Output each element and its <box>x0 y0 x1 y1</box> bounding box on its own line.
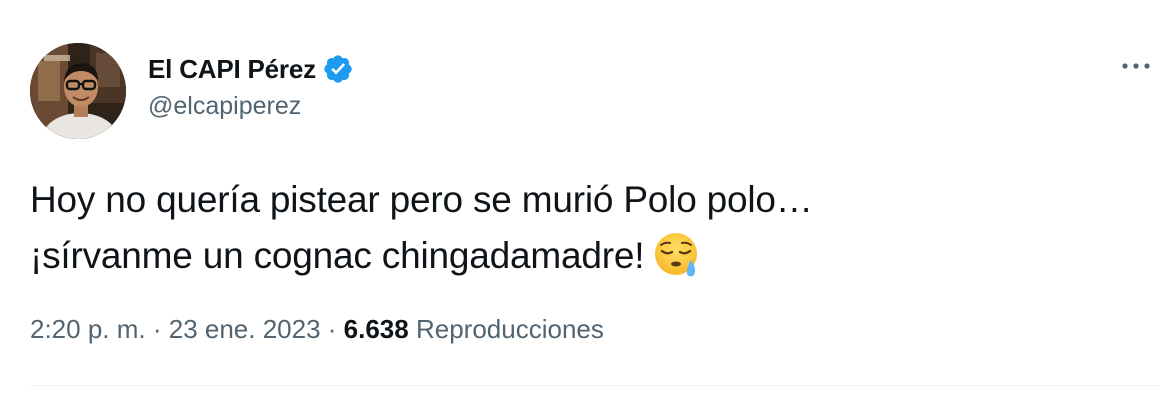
tweet-text: Hoy no quería pistear pero se murió Polo… <box>30 172 1140 284</box>
divider <box>30 385 1160 386</box>
user-handle[interactable]: @elcapiperez <box>148 92 354 121</box>
tweet-text-line-2-text: ¡sírvanme un cognac chingadamadre! <box>30 235 645 276</box>
more-options-icon[interactable] <box>1118 54 1154 78</box>
tweet-header: El CAPI Pérez @elcapiperez <box>148 50 354 121</box>
tweet-time[interactable]: 2:20 p. m. <box>30 314 146 344</box>
avatar[interactable] <box>30 43 126 139</box>
name-row: El CAPI Pérez <box>148 50 354 88</box>
meta-separator: · <box>145 314 169 344</box>
sleepy-face-emoji-icon <box>652 230 702 280</box>
meta-separator: · <box>320 314 344 344</box>
tweet-metadata: 2:20 p. m. · 23 ene. 2023 · 6.638 Reprod… <box>30 314 604 345</box>
views-count[interactable]: 6.638 <box>344 314 409 344</box>
tweet-text-line-1: Hoy no quería pistear pero se murió Polo… <box>30 179 813 220</box>
tweet-text-line-2: ¡sírvanme un cognac chingadamadre! <box>30 228 1140 284</box>
verified-badge-icon[interactable] <box>322 53 354 85</box>
avatar-photo <box>30 43 126 139</box>
tweet-card: El CAPI Pérez @elcapiperez Hoy no quería… <box>0 0 1176 418</box>
display-name[interactable]: El CAPI Pérez <box>148 54 316 85</box>
tweet-date[interactable]: 23 ene. 2023 <box>169 314 321 344</box>
views-label[interactable]: Reproducciones <box>416 314 604 344</box>
